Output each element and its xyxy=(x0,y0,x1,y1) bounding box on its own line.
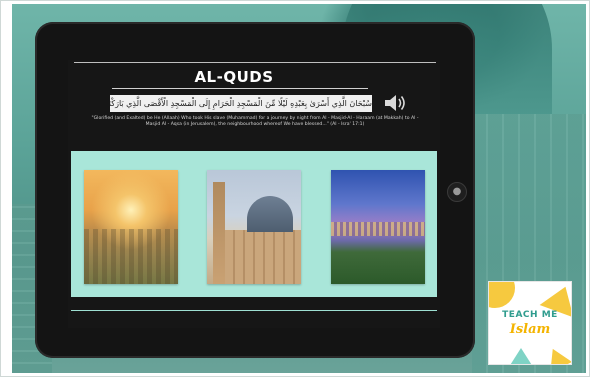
title-underline xyxy=(112,88,368,89)
verse-translation: "Glorified (and Exalted) be He (Allaah) … xyxy=(91,116,419,127)
photo-al-aqsa-dome[interactable] xyxy=(207,170,301,284)
lesson-title: AL-QUDS xyxy=(194,68,274,86)
logo-triangle-2 xyxy=(507,348,535,364)
logo-triangle-3 xyxy=(541,343,571,364)
home-button-icon[interactable]: ● xyxy=(447,182,467,202)
arabic-verse: سُبْحَانَ الَّذِي أَسْرَىٰ بِعَبْدِهِ لَ… xyxy=(110,95,372,112)
mosque-building xyxy=(225,230,301,284)
logo-text-islam: Islam xyxy=(509,322,551,337)
logo-text-teach-me: TEACH ME xyxy=(502,310,558,320)
speaker-icon[interactable] xyxy=(383,92,409,114)
panel-bottom-rule xyxy=(71,310,437,311)
city-skyline xyxy=(331,222,425,236)
minaret xyxy=(213,182,225,284)
mosque-dome xyxy=(247,196,293,232)
title-top-rule xyxy=(74,62,436,63)
photo-jerusalem-dusk[interactable] xyxy=(331,170,425,284)
logo-sun-shape xyxy=(489,282,515,308)
teach-me-islam-logo: TEACH ME Islam xyxy=(488,281,572,365)
photo-jerusalem-sunrise[interactable] xyxy=(84,170,178,284)
